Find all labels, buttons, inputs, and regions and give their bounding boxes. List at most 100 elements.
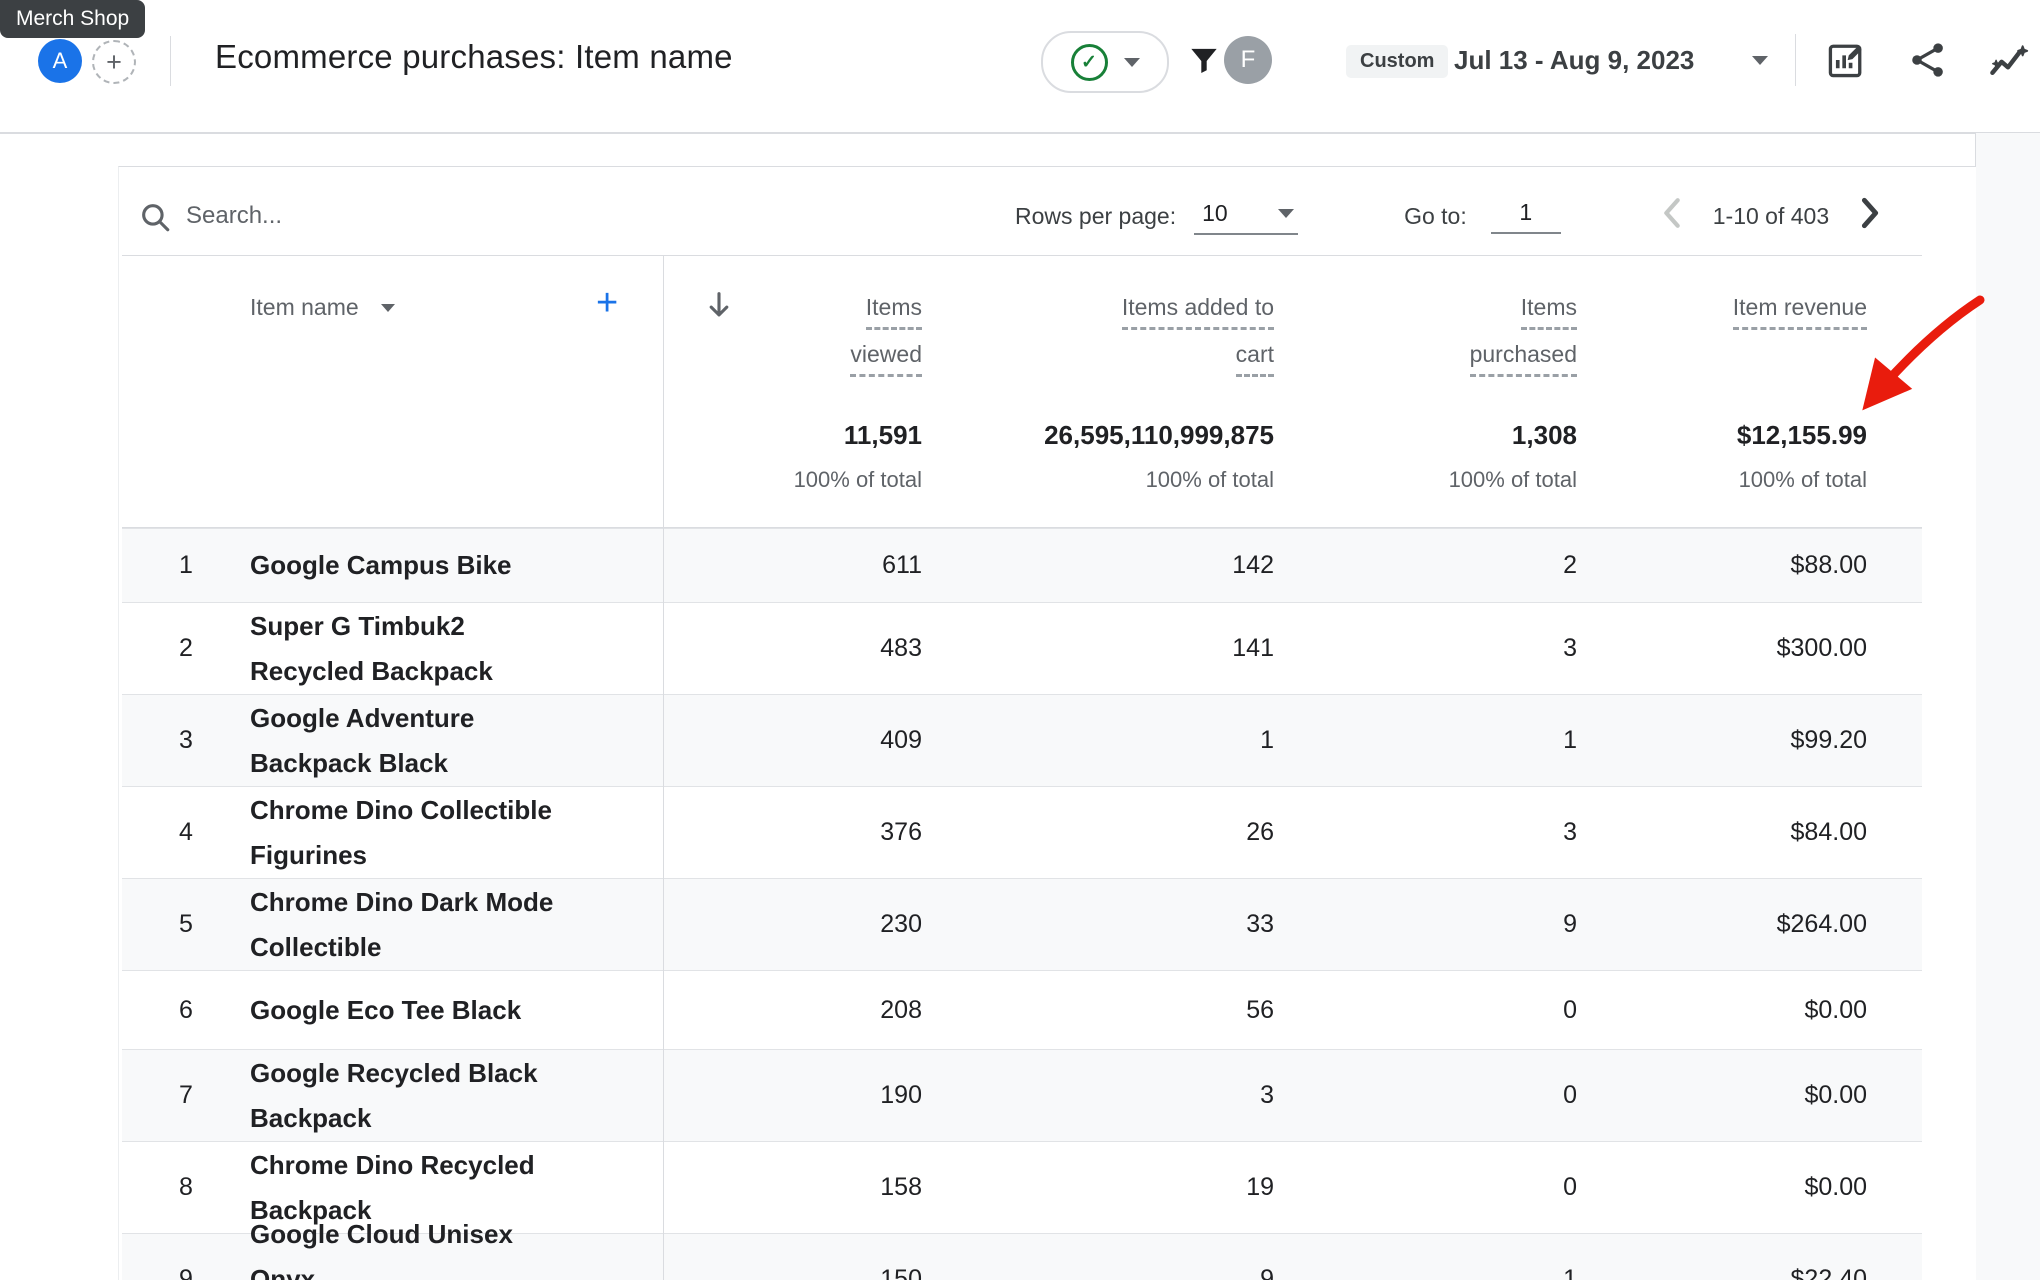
share-icon[interactable] xyxy=(1906,38,1950,87)
row-index: 5 xyxy=(122,879,250,970)
table-row[interactable]: 5Chrome Dino Dark Mode Collectible230339… xyxy=(122,878,1922,970)
column-header-item-revenue[interactable]: Item revenue xyxy=(1733,292,1867,339)
column-header-line: Items added to xyxy=(1122,292,1274,330)
profile-avatar[interactable]: F xyxy=(1224,36,1272,84)
dimension-header-label: Item name xyxy=(250,294,359,321)
goto-label: Go to: xyxy=(1404,203,1467,230)
search-icon[interactable] xyxy=(138,200,172,239)
dimension-column-header[interactable]: Item name xyxy=(250,294,395,321)
row-padding xyxy=(1867,529,1922,602)
items-added-to-cart-cell: 19 xyxy=(922,1142,1274,1233)
items-purchased-cell: 0 xyxy=(1274,1050,1577,1141)
row-padding xyxy=(1867,971,1922,1049)
items-viewed-cell: 611 xyxy=(663,529,922,602)
table-row[interactable]: 7Google Recycled Black Backpack19030$0.0… xyxy=(122,1049,1922,1141)
items-purchased-cell: 2 xyxy=(1274,529,1577,602)
item-name-cell: Google Campus Bike xyxy=(250,529,663,602)
column-header-items-added-to-cart[interactable]: Items added to cart xyxy=(1122,292,1274,386)
row-index: 1 xyxy=(122,529,250,602)
items-viewed-cell: 190 xyxy=(663,1050,922,1141)
items-added-to-cart-cell: 142 xyxy=(922,529,1274,602)
property-tooltip: Merch Shop xyxy=(0,0,145,38)
row-padding xyxy=(1867,1234,1922,1280)
table-row[interactable]: 4Chrome Dino Collectible Figurines376263… xyxy=(122,786,1922,878)
row-padding xyxy=(1867,787,1922,878)
items-purchased-cell: 3 xyxy=(1274,603,1577,694)
rows-per-page-label: Rows per page: xyxy=(1015,203,1176,230)
item-revenue-cell: $264.00 xyxy=(1577,879,1867,970)
items-added-to-cart-cell: 1 xyxy=(922,695,1274,786)
table-row[interactable]: 2Super G Timbuk2 Recycled Backpack483141… xyxy=(122,602,1922,694)
totals-items-added-to-cart: 26,595,110,999,875 100% of total xyxy=(1044,420,1274,493)
select-caret-icon xyxy=(1278,209,1294,218)
search-input[interactable]: Search... xyxy=(186,202,282,230)
add-dimension-button[interactable]: + xyxy=(596,284,618,322)
item-revenue-cell: $22.40 xyxy=(1577,1234,1867,1280)
column-header-line: cart xyxy=(1236,339,1274,377)
row-padding xyxy=(1867,695,1922,786)
items-purchased-cell: 9 xyxy=(1274,879,1577,970)
next-page-button[interactable] xyxy=(1857,196,1883,236)
item-revenue-cell: $99.20 xyxy=(1577,695,1867,786)
items-viewed-cell: 158 xyxy=(663,1142,922,1233)
row-index: 4 xyxy=(122,787,250,878)
app-header: A + Ecommerce purchases: Item name ✓ F C… xyxy=(0,0,2040,134)
column-divider xyxy=(663,256,664,1280)
column-header-line: Items xyxy=(866,292,922,330)
item-revenue-cell: $0.00 xyxy=(1577,1142,1867,1233)
rows-per-page-select[interactable]: 10 xyxy=(1194,198,1298,235)
column-header-items-purchased[interactable]: Itemspurchased xyxy=(1470,292,1577,386)
date-caret-icon[interactable] xyxy=(1752,56,1768,65)
row-index: 9 xyxy=(122,1234,250,1280)
pagination-range-label: 1-10 of 403 xyxy=(1713,203,1829,230)
totals-items-purchased: 1,308 100% of total xyxy=(1449,420,1577,493)
pagination-bar: Rows per page: 10 Go to: 1 1-10 of 403 xyxy=(1015,190,1900,242)
items-purchased-cell: 0 xyxy=(1274,1142,1577,1233)
header-divider xyxy=(170,36,171,86)
item-revenue-cell: $88.00 xyxy=(1577,529,1867,602)
previous-page-button[interactable] xyxy=(1659,196,1685,236)
column-header-items-viewed[interactable]: Items viewed xyxy=(850,292,922,386)
item-name-cell: Google Recycled Black Backpack xyxy=(250,1050,663,1141)
dimension-caret-icon xyxy=(381,304,395,312)
items-viewed-cell: 150 xyxy=(663,1234,922,1280)
divider xyxy=(122,255,1922,256)
items-viewed-cell: 230 xyxy=(663,879,922,970)
row-index: 3 xyxy=(122,695,250,786)
sort-descending-icon[interactable] xyxy=(702,288,736,327)
check-circle-icon: ✓ xyxy=(1071,44,1108,81)
table-body: 1Google Campus Bike6111422$88.002Super G… xyxy=(122,528,1922,1280)
table-row[interactable]: 1Google Campus Bike6111422$88.00 xyxy=(122,528,1922,602)
rows-per-page-value: 10 xyxy=(1202,200,1228,227)
goto-page-input[interactable]: 1 xyxy=(1491,199,1561,234)
items-viewed-cell: 483 xyxy=(663,603,922,694)
account-avatar[interactable]: A xyxy=(38,39,82,83)
items-added-to-cart-cell: 9 xyxy=(922,1234,1274,1280)
row-index: 2 xyxy=(122,603,250,694)
items-added-to-cart-cell: 141 xyxy=(922,603,1274,694)
item-name-cell: Google Eco Tee Black xyxy=(250,971,663,1049)
date-range-label[interactable]: Jul 13 - Aug 9, 2023 xyxy=(1454,45,1694,76)
column-header-line: Item revenue xyxy=(1733,292,1867,330)
items-added-to-cart-cell: 3 xyxy=(922,1050,1274,1141)
filter-icon[interactable] xyxy=(1185,40,1223,85)
table-row[interactable]: 3Google Adventure Backpack Black40911$99… xyxy=(122,694,1922,786)
data-quality-button[interactable]: ✓ xyxy=(1041,31,1169,93)
table-row[interactable]: 9Google Cloud Unisex Onyx 15091$22.40 xyxy=(122,1233,1922,1280)
totals-items-viewed: 11,591 100% of total xyxy=(794,420,922,493)
items-added-to-cart-cell: 26 xyxy=(922,787,1274,878)
item-name-cell: Google Cloud Unisex Onyx xyxy=(250,1234,663,1280)
insights-icon[interactable] xyxy=(1986,38,2030,87)
customize-report-icon[interactable] xyxy=(1824,38,1868,87)
totals-item-revenue: $12,155.99 100% of total xyxy=(1737,420,1867,493)
column-header-line: viewed xyxy=(850,339,922,377)
row-index: 6 xyxy=(122,971,250,1049)
items-viewed-cell: 376 xyxy=(663,787,922,878)
row-padding xyxy=(1867,603,1922,694)
table-row[interactable]: 6Google Eco Tee Black208560$0.00 xyxy=(122,970,1922,1049)
items-viewed-cell: 409 xyxy=(663,695,922,786)
add-comparison-button[interactable]: + xyxy=(92,40,136,84)
ga4-report-page: A + Ecommerce purchases: Item name ✓ F C… xyxy=(0,0,2040,1280)
items-purchased-cell: 0 xyxy=(1274,971,1577,1049)
items-added-to-cart-cell: 33 xyxy=(922,879,1274,970)
